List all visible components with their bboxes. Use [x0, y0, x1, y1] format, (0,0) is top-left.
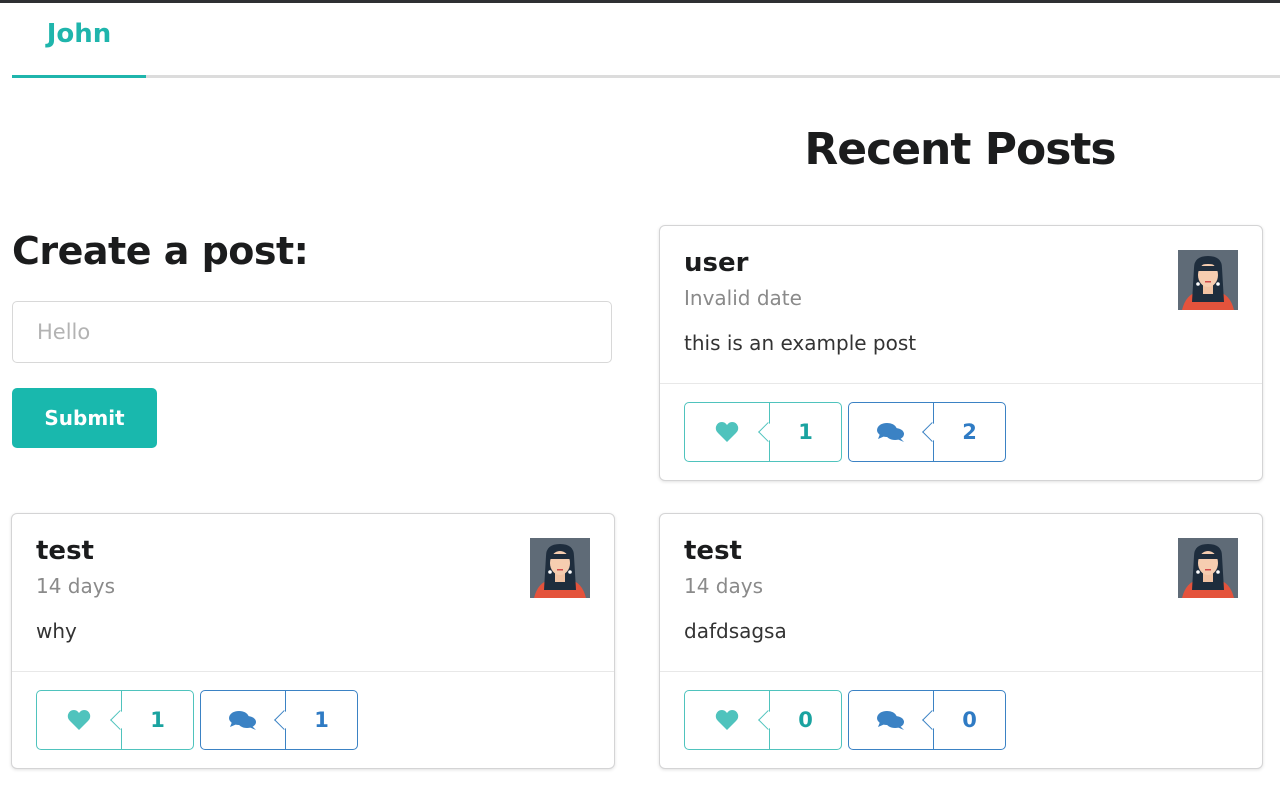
post-card: test 14 days dafdsagsa 0 0: [659, 513, 1263, 769]
like-count: 0: [758, 691, 841, 749]
submit-button[interactable]: Submit: [12, 388, 157, 448]
tab-label: John: [46, 19, 112, 49]
comment-count: 0: [922, 691, 1005, 749]
post-content: test 14 days why: [12, 514, 614, 672]
like-count-value: 1: [150, 708, 165, 732]
avatar: [1178, 538, 1238, 598]
comment-button[interactable]: 1: [200, 690, 358, 750]
post-body: why: [36, 619, 77, 643]
comment-count-value: 2: [962, 420, 977, 444]
post-author[interactable]: test: [36, 536, 94, 566]
like-button[interactable]: 1: [36, 690, 194, 750]
like-count: 1: [110, 691, 193, 749]
comments-icon: [877, 423, 904, 442]
comment-count: 1: [274, 691, 357, 749]
tab-john[interactable]: John: [12, 3, 146, 78]
comment-count-value: 0: [962, 708, 977, 732]
heart-icon: [715, 422, 739, 442]
comment-button[interactable]: 0: [848, 690, 1006, 750]
tab-menu: John: [12, 3, 1280, 78]
comment-button[interactable]: 2: [848, 402, 1006, 462]
post-author[interactable]: test: [684, 536, 742, 566]
like-count: 1: [758, 403, 841, 461]
avatar: [530, 538, 590, 598]
post-date: Invalid date: [684, 286, 802, 310]
comments-icon: [229, 711, 256, 730]
like-count-value: 0: [798, 708, 813, 732]
post-content: user Invalid date this is an example pos…: [660, 226, 1262, 384]
post-input[interactable]: [12, 301, 612, 363]
comment-count: 2: [922, 403, 1005, 461]
post-author[interactable]: user: [684, 248, 748, 278]
like-button[interactable]: 0: [684, 690, 842, 750]
like-button[interactable]: 1: [684, 402, 842, 462]
post-card: user Invalid date this is an example pos…: [659, 225, 1263, 481]
post-content: test 14 days dafdsagsa: [660, 514, 1262, 672]
avatar: [1178, 250, 1238, 310]
create-post-heading: Create a post:: [12, 229, 309, 273]
post-body: this is an example post: [684, 331, 917, 355]
heart-icon: [67, 710, 91, 730]
post-date: 14 days: [36, 574, 116, 598]
like-count-value: 1: [798, 420, 813, 444]
post-date: 14 days: [684, 574, 764, 598]
post-body: dafdsagsa: [684, 619, 787, 643]
recent-posts-heading: Recent Posts: [804, 124, 1116, 175]
heart-icon: [715, 710, 739, 730]
comments-icon: [877, 711, 904, 730]
post-card: test 14 days why 1 1: [11, 513, 615, 769]
comment-count-value: 1: [314, 708, 329, 732]
